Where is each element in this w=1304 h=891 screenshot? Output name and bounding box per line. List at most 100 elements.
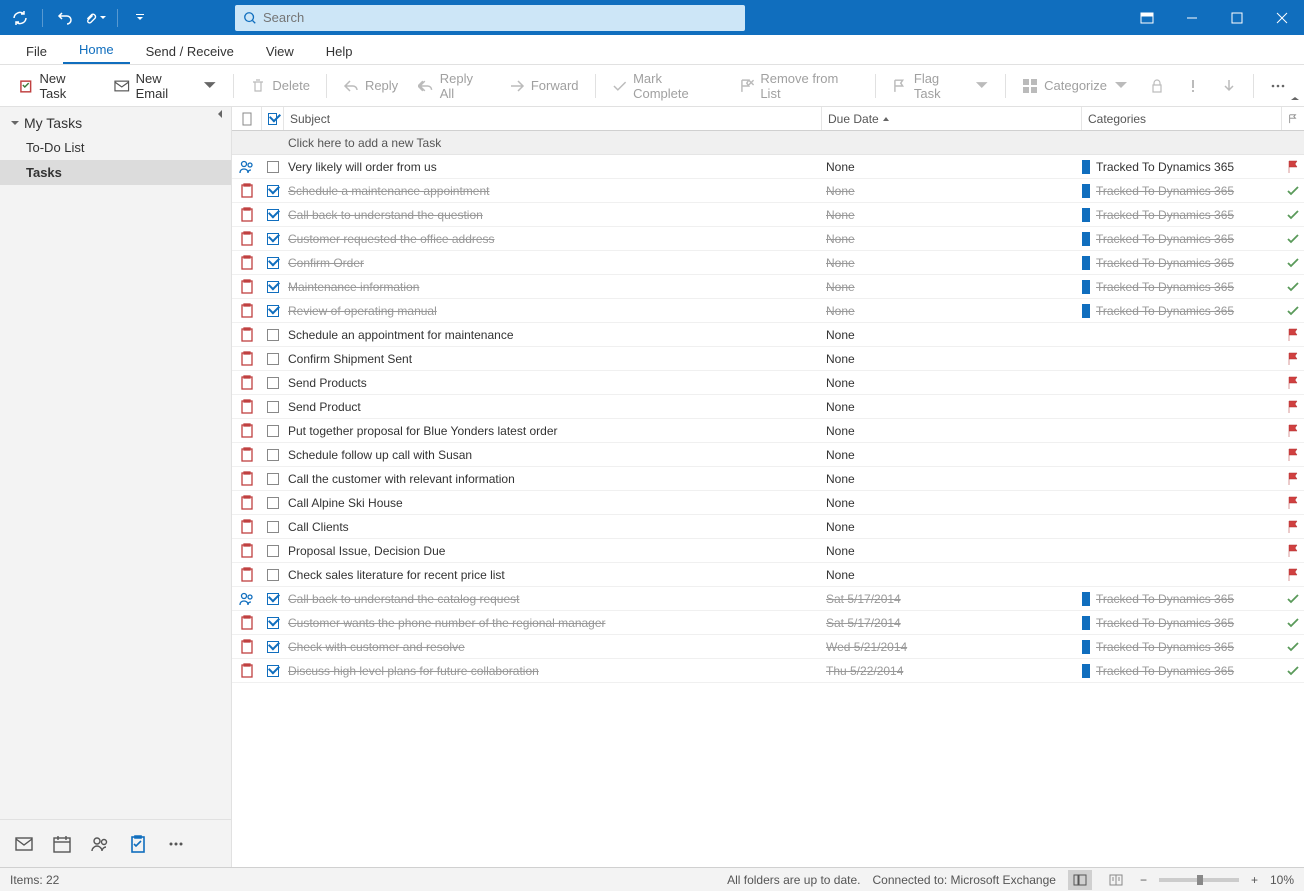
remove-from-list-button[interactable]: Remove from List bbox=[731, 67, 868, 105]
collapse-ribbon-icon[interactable] bbox=[1290, 94, 1300, 104]
complete-checkbox[interactable] bbox=[262, 353, 284, 365]
zoom-slider[interactable] bbox=[1159, 878, 1239, 882]
private-button[interactable] bbox=[1141, 74, 1173, 98]
high-importance-button[interactable] bbox=[1177, 74, 1209, 98]
complete-checkbox[interactable] bbox=[262, 497, 284, 509]
complete-checkbox[interactable] bbox=[262, 161, 284, 173]
complete-checkbox[interactable] bbox=[262, 593, 284, 605]
flag-icon[interactable] bbox=[1282, 280, 1304, 294]
task-row[interactable]: Confirm OrderNoneTracked To Dynamics 365 bbox=[232, 251, 1304, 275]
maximize-button[interactable] bbox=[1214, 0, 1259, 35]
mail-nav-icon[interactable] bbox=[14, 834, 34, 854]
delete-button[interactable]: Delete bbox=[242, 74, 318, 98]
task-row[interactable]: Review of operating manualNoneTracked To… bbox=[232, 299, 1304, 323]
complete-checkbox[interactable] bbox=[262, 449, 284, 461]
flag-icon[interactable] bbox=[1282, 640, 1304, 654]
flag-icon[interactable] bbox=[1282, 376, 1304, 390]
complete-checkbox[interactable] bbox=[262, 665, 284, 677]
flag-icon[interactable] bbox=[1282, 184, 1304, 198]
search-input[interactable] bbox=[263, 10, 737, 25]
menu-view[interactable]: View bbox=[250, 38, 310, 64]
task-row[interactable]: Send ProductsNone bbox=[232, 371, 1304, 395]
complete-checkbox[interactable] bbox=[262, 641, 284, 653]
collapse-sidebar-icon[interactable] bbox=[215, 109, 225, 119]
task-row[interactable]: Proposal Issue, Decision DueNone bbox=[232, 539, 1304, 563]
task-row[interactable]: Confirm Shipment SentNone bbox=[232, 347, 1304, 371]
complete-checkbox[interactable] bbox=[262, 329, 284, 341]
task-row[interactable]: Put together proposal for Blue Yonders l… bbox=[232, 419, 1304, 443]
sync-icon[interactable] bbox=[8, 6, 32, 30]
task-row[interactable]: Schedule an appointment for maintenanceN… bbox=[232, 323, 1304, 347]
menu-help[interactable]: Help bbox=[310, 38, 369, 64]
flag-icon[interactable] bbox=[1282, 424, 1304, 438]
task-row[interactable]: Discuss high level plans for future coll… bbox=[232, 659, 1304, 683]
task-row[interactable]: Schedule follow up call with SusanNone bbox=[232, 443, 1304, 467]
flag-icon[interactable] bbox=[1282, 448, 1304, 462]
close-button[interactable] bbox=[1259, 0, 1304, 35]
reply-all-button[interactable]: Reply All bbox=[410, 67, 497, 105]
flag-icon[interactable] bbox=[1282, 616, 1304, 630]
task-row[interactable]: Send ProductNone bbox=[232, 395, 1304, 419]
menu-home[interactable]: Home bbox=[63, 36, 130, 64]
forward-button[interactable]: Forward bbox=[501, 74, 587, 98]
complete-column-header[interactable] bbox=[262, 107, 284, 130]
attachment-dropdown-icon[interactable] bbox=[83, 6, 107, 30]
complete-checkbox[interactable] bbox=[262, 185, 284, 197]
flag-icon[interactable] bbox=[1282, 352, 1304, 366]
ribbon-display-icon[interactable] bbox=[1124, 0, 1169, 35]
qat-customize-icon[interactable] bbox=[128, 6, 152, 30]
complete-checkbox[interactable] bbox=[262, 569, 284, 581]
complete-checkbox[interactable] bbox=[262, 521, 284, 533]
complete-checkbox[interactable] bbox=[262, 257, 284, 269]
flag-icon[interactable] bbox=[1282, 208, 1304, 222]
complete-checkbox[interactable] bbox=[262, 401, 284, 413]
task-row[interactable]: Call Alpine Ski HouseNone bbox=[232, 491, 1304, 515]
categories-column-header[interactable]: Categories bbox=[1082, 107, 1282, 130]
people-nav-icon[interactable] bbox=[90, 834, 110, 854]
flag-icon[interactable] bbox=[1282, 328, 1304, 342]
complete-checkbox[interactable] bbox=[262, 377, 284, 389]
flag-icon[interactable] bbox=[1282, 544, 1304, 558]
normal-view-button[interactable] bbox=[1068, 870, 1092, 890]
complete-checkbox[interactable] bbox=[262, 617, 284, 629]
flag-icon[interactable] bbox=[1282, 496, 1304, 510]
flag-column-header[interactable] bbox=[1282, 107, 1304, 130]
sidebar-item-tasks[interactable]: Tasks bbox=[0, 160, 231, 185]
flag-icon[interactable] bbox=[1282, 520, 1304, 534]
task-row[interactable]: Call back to understand the catalog requ… bbox=[232, 587, 1304, 611]
flag-icon[interactable] bbox=[1282, 256, 1304, 270]
task-row[interactable]: Call the customer with relevant informat… bbox=[232, 467, 1304, 491]
zoom-in-button[interactable]: + bbox=[1251, 873, 1258, 887]
task-row[interactable]: Call back to understand the questionNone… bbox=[232, 203, 1304, 227]
task-row[interactable]: Schedule a maintenance appointmentNoneTr… bbox=[232, 179, 1304, 203]
task-row[interactable]: Customer requested the office addressNon… bbox=[232, 227, 1304, 251]
flag-task-button[interactable]: Flag Task bbox=[884, 67, 997, 105]
reading-view-button[interactable] bbox=[1104, 870, 1128, 890]
complete-checkbox[interactable] bbox=[262, 233, 284, 245]
flag-icon[interactable] bbox=[1282, 232, 1304, 246]
due-date-column-header[interactable]: Due Date bbox=[822, 107, 1082, 130]
complete-checkbox[interactable] bbox=[262, 209, 284, 221]
new-email-button[interactable]: New Email bbox=[106, 67, 225, 105]
flag-icon[interactable] bbox=[1282, 664, 1304, 678]
flag-icon[interactable] bbox=[1282, 304, 1304, 318]
task-row[interactable]: Maintenance informationNoneTracked To Dy… bbox=[232, 275, 1304, 299]
subject-column-header[interactable]: Subject bbox=[284, 107, 822, 130]
add-task-row[interactable]: Click here to add a new Task bbox=[232, 131, 1304, 155]
task-row[interactable]: Very likely will order from usNoneTracke… bbox=[232, 155, 1304, 179]
complete-checkbox[interactable] bbox=[262, 305, 284, 317]
complete-checkbox[interactable] bbox=[262, 425, 284, 437]
reply-button[interactable]: Reply bbox=[335, 74, 406, 98]
flag-icon[interactable] bbox=[1282, 592, 1304, 606]
flag-icon[interactable] bbox=[1282, 568, 1304, 582]
flag-icon[interactable] bbox=[1282, 472, 1304, 486]
complete-checkbox[interactable] bbox=[262, 473, 284, 485]
complete-checkbox[interactable] bbox=[262, 281, 284, 293]
complete-checkbox[interactable] bbox=[262, 545, 284, 557]
zoom-out-button[interactable]: − bbox=[1140, 873, 1147, 887]
menu-file[interactable]: File bbox=[10, 38, 63, 64]
mark-complete-button[interactable]: Mark Complete bbox=[604, 67, 727, 105]
calendar-nav-icon[interactable] bbox=[52, 834, 72, 854]
task-row[interactable]: Check with customer and resolveWed 5/21/… bbox=[232, 635, 1304, 659]
menu-send-receive[interactable]: Send / Receive bbox=[130, 38, 250, 64]
